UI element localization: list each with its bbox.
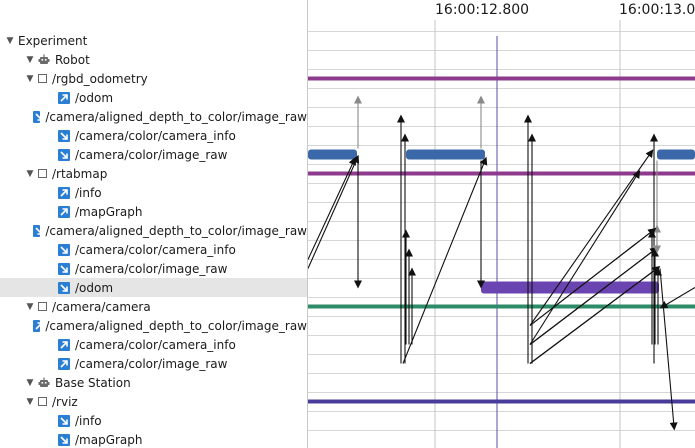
tree-row[interactable]: /mapGraph <box>0 202 307 221</box>
timeline-panel[interactable]: 16:00:12.800 16:00:13.0 <box>308 0 695 448</box>
tree-item-label: /camera/color/image_raw <box>75 261 228 276</box>
tree-row[interactable]: /mapGraph <box>0 430 307 448</box>
tree-row[interactable]: /camera/color/image_raw <box>0 354 307 373</box>
expand-arrow-icon[interactable]: ▼ <box>24 397 36 407</box>
tree-item-label: /camera/color/camera_info <box>75 128 236 143</box>
tree-row[interactable]: /camera/aligned_depth_to_color/image_raw <box>0 316 307 335</box>
arrow-up-right-icon <box>58 91 70 104</box>
tree-item-label: /camera/camera <box>52 299 151 314</box>
arrow-down-right-icon <box>58 148 70 161</box>
tree-item-label: /mapGraph <box>75 432 143 447</box>
tree-item-label: /camera/color/camera_info <box>75 337 236 352</box>
node-lifetime-bar <box>308 304 695 309</box>
arrow-down-right-icon <box>58 262 70 275</box>
tree-item-label: /camera/color/image_raw <box>75 356 228 371</box>
tree-item-label: /mapGraph <box>75 204 143 219</box>
tree-item-label: /rtabmap <box>52 166 108 181</box>
tree-item-label: Base Station <box>55 375 131 390</box>
tree-row[interactable]: ▼ Experiment <box>0 31 307 50</box>
checkbox-icon[interactable] <box>38 302 47 311</box>
expand-arrow-icon[interactable]: ▼ <box>24 169 36 179</box>
callback-bar <box>406 149 485 160</box>
tree-item-label: /camera/aligned_depth_to_color/image_raw <box>45 318 307 333</box>
tree-item-label: /rgbd_odometry <box>52 71 148 86</box>
tree-row[interactable]: /camera/color/image_raw <box>0 145 307 164</box>
arrow-down-right-icon <box>58 243 70 256</box>
expand-arrow-icon[interactable]: ▼ <box>24 302 36 312</box>
tree-row[interactable]: /camera/color/camera_info <box>0 126 307 145</box>
tree-item-label: /rviz <box>52 394 78 409</box>
experiment-tree-panel[interactable]: ▼ Experiment ▼ Robot ▼/rgbd_odometry/odom/ca… <box>0 0 308 448</box>
tree-row[interactable]: /camera/color/image_raw <box>0 259 307 278</box>
tree-row[interactable]: /info <box>0 411 307 430</box>
arrow-up-right-icon <box>58 205 70 218</box>
expand-arrow-icon[interactable]: ▼ <box>24 74 36 84</box>
checkbox-icon[interactable] <box>38 397 47 406</box>
expand-arrow-icon[interactable]: ▼ <box>24 378 36 388</box>
tree-row[interactable]: ▼ Robot <box>0 50 307 69</box>
tree-row[interactable]: ▼ /rtabmap <box>0 164 307 183</box>
checkbox-icon[interactable] <box>38 169 47 178</box>
tree-item-label: /camera/aligned_depth_to_color/image_raw <box>45 109 307 124</box>
arrow-down-right-icon <box>58 281 70 294</box>
arrow-down-right-icon <box>58 414 70 427</box>
node-lifetime-bar <box>308 399 695 404</box>
node-lifetime-bar <box>308 76 695 81</box>
tree-row[interactable]: /info <box>0 183 307 202</box>
arrow-up-right-icon <box>58 186 70 199</box>
tree-row[interactable]: /camera/aligned_depth_to_color/image_raw <box>0 107 307 126</box>
tree-item-label: /camera/color/image_raw <box>75 147 228 162</box>
expand-arrow-icon[interactable]: ▼ <box>24 55 36 65</box>
arrow-down-right-icon <box>33 110 44 123</box>
checkbox-icon[interactable] <box>38 74 47 83</box>
arrow-down-right-icon <box>33 224 44 237</box>
tree-row[interactable]: /camera/color/camera_info <box>0 240 307 259</box>
tree-item-label: /odom <box>75 90 114 105</box>
tree-item-label: /odom <box>75 280 114 295</box>
tree-row[interactable]: /odom <box>0 88 307 107</box>
tree-row[interactable]: ▼ /rviz <box>0 392 307 411</box>
tree-row[interactable]: ▼ /rgbd_odometry <box>0 69 307 88</box>
robot-icon <box>38 54 50 66</box>
callback-bar <box>657 149 695 160</box>
timeline-canvas[interactable] <box>308 0 695 448</box>
tree-item-label: Experiment <box>18 33 88 48</box>
message-arrow <box>529 149 654 326</box>
robot-icon <box>38 377 50 389</box>
arrow-down-right-icon <box>58 129 70 142</box>
tree-row[interactable]: ▼ /camera/camera <box>0 297 307 316</box>
tree-row[interactable]: ▼ Base Station <box>0 373 307 392</box>
tree-item-label: /camera/color/camera_info <box>75 242 236 257</box>
arrow-up-right-icon <box>58 357 70 370</box>
callback-bar <box>308 149 357 160</box>
arrow-up-right-icon <box>58 338 70 351</box>
tree-item-label: /info <box>75 185 102 200</box>
tree-item-label: /camera/aligned_depth_to_color/image_raw <box>45 223 307 238</box>
expand-arrow-icon[interactable]: ▼ <box>4 36 16 46</box>
arrow-up-right-icon <box>33 319 44 332</box>
message-arrow <box>402 156 488 364</box>
tree-row[interactable]: /camera/color/camera_info <box>0 335 307 354</box>
tree-item-label: Robot <box>55 52 90 67</box>
tree-row[interactable]: /camera/aligned_depth_to_color/image_raw <box>0 221 307 240</box>
tree-row[interactable]: /odom <box>0 278 307 297</box>
tree-item-label: /info <box>75 413 102 428</box>
arrow-down-right-icon <box>58 433 70 446</box>
